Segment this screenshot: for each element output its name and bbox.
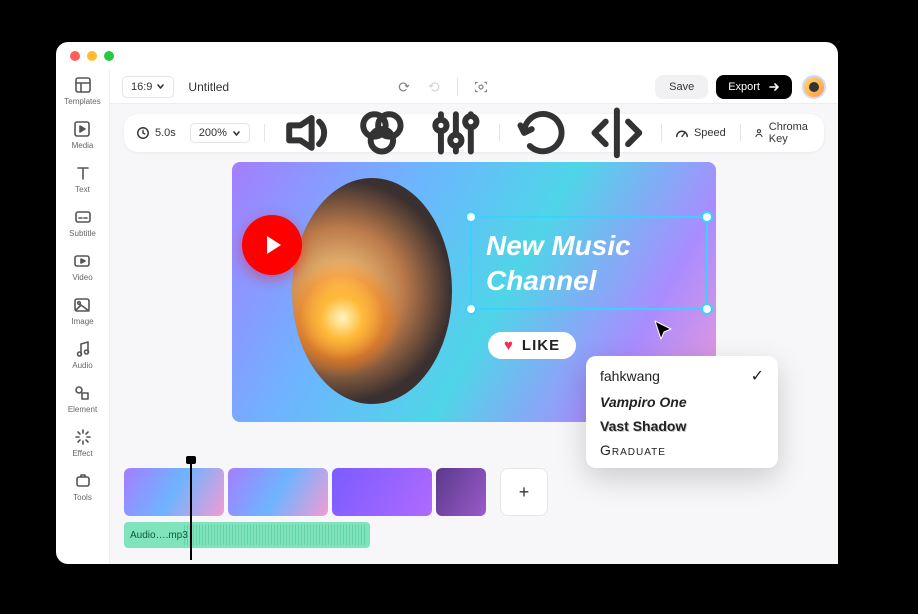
sidebar-item-subtitle[interactable]: Subtitle — [69, 208, 96, 238]
sidebar-item-audio[interactable]: Audio — [72, 340, 92, 370]
chroma-key-tool[interactable]: Chroma Key — [754, 121, 812, 145]
text-icon — [74, 164, 92, 182]
font-option-vampiro[interactable]: Vampiro One — [600, 394, 764, 410]
titlebar — [56, 42, 838, 70]
timeline-clip[interactable] — [436, 468, 486, 516]
timeline-clip[interactable] — [228, 468, 328, 516]
timeline[interactable]: + Audio….mp3 — [110, 460, 838, 564]
resize-handle-icon[interactable] — [701, 303, 713, 315]
chevron-down-icon — [156, 82, 165, 91]
templates-icon — [74, 76, 92, 94]
heart-icon: ♥ — [504, 337, 514, 354]
minimize-window-icon[interactable] — [87, 51, 97, 61]
close-window-icon[interactable] — [70, 51, 80, 61]
sidebar-item-element[interactable]: Element — [68, 384, 97, 414]
text-selection-box[interactable]: New Music Channel — [470, 216, 708, 310]
image-icon — [73, 296, 91, 314]
sidebar-item-image[interactable]: Image — [71, 296, 93, 326]
person-icon — [754, 126, 764, 140]
speed-tool[interactable]: Speed — [675, 126, 726, 140]
sidebar-label: Media — [72, 141, 94, 150]
chevron-down-icon — [232, 129, 241, 138]
resize-handle-icon[interactable] — [465, 303, 477, 315]
sidebar-label: Tools — [73, 493, 92, 502]
audio-icon — [74, 340, 92, 358]
clock-icon — [136, 126, 150, 140]
playhead[interactable] — [190, 460, 192, 560]
sidebar-item-media[interactable]: Media — [72, 120, 94, 150]
export-button[interactable]: Export — [716, 75, 792, 99]
font-picker-popup: fahkwang ✓ Vampiro One Vast Shadow Gradu… — [586, 356, 778, 468]
waveform-icon — [184, 525, 366, 545]
cursor-icon — [652, 318, 678, 344]
sidebar-label: Effect — [72, 449, 92, 458]
app-window: Templates Media Text Subtitle Video Imag… — [56, 42, 838, 564]
sidebar-label: Image — [71, 317, 93, 326]
audio-track[interactable]: Audio….mp3 — [124, 522, 370, 548]
tools-icon — [74, 472, 92, 490]
zoom-select[interactable]: 200% — [190, 123, 250, 143]
sidebar-item-tools[interactable]: Tools — [73, 472, 92, 502]
canvas-toolbar: 5.0s 200% Speed — [124, 114, 824, 152]
duration-tool[interactable]: 5.0s — [136, 126, 176, 140]
topbar: 16:9 Untitled Save Export — [110, 70, 838, 104]
redo-icon[interactable] — [427, 80, 441, 94]
resize-handle-icon[interactable] — [701, 211, 713, 223]
resize-handle-icon[interactable] — [465, 211, 477, 223]
font-option-fahkwang[interactable]: fahkwang ✓ — [600, 366, 764, 386]
media-icon — [73, 120, 91, 138]
speed-icon — [675, 126, 689, 140]
lens-flare-icon — [292, 258, 402, 378]
maximize-window-icon[interactable] — [104, 51, 114, 61]
sidebar-item-text[interactable]: Text — [74, 164, 92, 194]
font-option-vast-shadow[interactable]: Vast Shadow — [600, 418, 764, 434]
timeline-clip[interactable] — [332, 468, 432, 516]
subtitle-icon — [74, 208, 92, 226]
sidebar-label: Templates — [64, 97, 100, 106]
sidebar-label: Text — [75, 185, 90, 194]
project-title[interactable]: Untitled — [188, 80, 229, 94]
sidebar-item-effect[interactable]: Effect — [72, 428, 92, 458]
check-icon: ✓ — [751, 366, 764, 386]
save-button[interactable]: Save — [655, 75, 708, 99]
add-clip-button[interactable]: + — [500, 468, 548, 516]
sidebar-label: Audio — [72, 361, 92, 370]
sidebar-item-templates[interactable]: Templates — [64, 76, 100, 106]
sidebar-label: Subtitle — [69, 229, 96, 238]
focus-icon[interactable] — [474, 80, 488, 94]
timeline-clip[interactable] — [124, 468, 224, 516]
font-option-graduate[interactable]: Graduate — [600, 442, 764, 458]
youtube-badge-icon[interactable] — [242, 215, 302, 275]
video-icon — [73, 252, 91, 270]
aspect-ratio-select[interactable]: 16:9 — [122, 76, 174, 98]
sidebar-label: Video — [72, 273, 92, 282]
user-avatar[interactable] — [802, 75, 826, 99]
undo-icon[interactable] — [397, 80, 411, 94]
element-icon — [73, 384, 91, 402]
sidebar: Templates Media Text Subtitle Video Imag… — [56, 70, 110, 564]
canvas-image-oval[interactable] — [292, 178, 452, 404]
effect-icon — [74, 428, 92, 446]
sidebar-label: Element — [68, 405, 97, 414]
canvas-headline[interactable]: New Music Channel — [472, 218, 706, 308]
arrow-right-icon — [768, 81, 780, 93]
like-button[interactable]: ♥ LIKE — [488, 332, 576, 359]
sidebar-item-video[interactable]: Video — [72, 252, 92, 282]
